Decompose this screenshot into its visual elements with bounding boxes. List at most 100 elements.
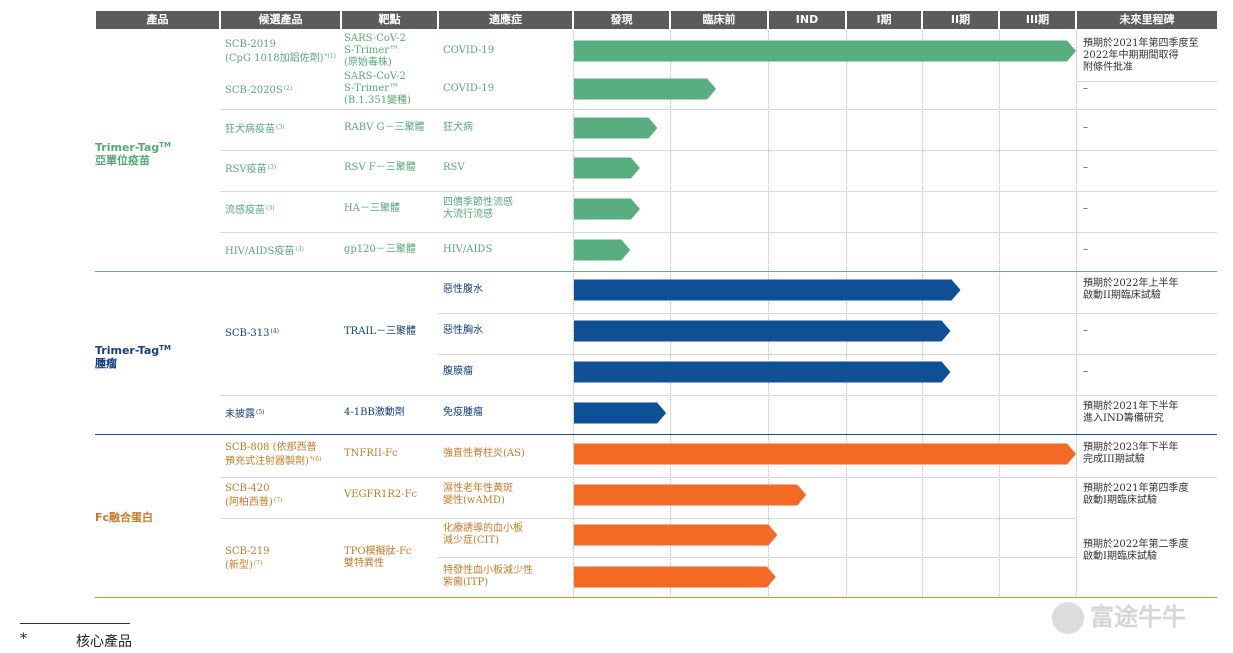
candidate-cell: RSV疫苗(3) bbox=[225, 164, 277, 175]
column-header: 未來里程碑 bbox=[1077, 11, 1217, 29]
milestone-cell: 預期於2021年第四季度 啟動I期臨床試驗 bbox=[1083, 483, 1189, 506]
indication-cell: 狂犬病 bbox=[443, 122, 473, 133]
group-label: Trimer-TagTM 亞單位疫苗 bbox=[95, 141, 171, 167]
indication-cell: COVID-19 bbox=[443, 83, 495, 94]
milestone-cell: 預期於2023年下半年 完成III期試驗 bbox=[1083, 442, 1179, 465]
indication-cell: 惡性腹水 bbox=[443, 284, 483, 295]
progress-bar bbox=[574, 157, 640, 179]
group-label: Fc融合蛋白 bbox=[95, 511, 154, 524]
row-divider bbox=[438, 557, 1076, 558]
progress-bar bbox=[574, 40, 1076, 62]
milestone-cell: 預期於2021年下半年 進入IND籌備研究 bbox=[1083, 401, 1179, 424]
indication-cell: 惡性胸水 bbox=[443, 325, 483, 336]
footnote-text: 核心產品 bbox=[76, 634, 132, 650]
stage-gridline bbox=[846, 31, 847, 598]
target-cell: VEGFR1R2-Fc bbox=[344, 489, 418, 500]
row-divider bbox=[220, 150, 1217, 151]
milestone-cell: 預期於2021年第四季度至 2022年中期期間取得 附條件批准 bbox=[1083, 38, 1199, 73]
target-cell: TRAIL－三聚體 bbox=[344, 326, 417, 337]
progress-bar bbox=[574, 320, 951, 342]
target-cell: SARS-CoV-2 S-Trimer™ (B.1.351變種) bbox=[344, 71, 411, 106]
progress-bar bbox=[574, 443, 1076, 465]
indication-cell: 化療誘導的血小板 減少症(CIT) bbox=[443, 523, 523, 546]
target-cell: gp120－三聚體 bbox=[344, 244, 416, 255]
target-cell: RABV G－三聚體 bbox=[344, 122, 425, 133]
indication-cell: 四價季節性流感 大流行流感 bbox=[443, 197, 513, 220]
milestone-cell: 預期於2022年第二季度 啟動I期臨床試驗 bbox=[1083, 539, 1189, 562]
indication-cell: 濕性老年性黃斑 變性(wAMD) bbox=[443, 483, 513, 506]
stage-gridline bbox=[768, 31, 769, 598]
target-cell: SARS-CoV-2 S-Trimer™ (原始毒株) bbox=[344, 33, 406, 68]
milestone-cell: 預期於2022年上半年 啟動II期臨床試驗 bbox=[1083, 278, 1179, 301]
progress-bar bbox=[574, 117, 658, 139]
column-header: II期 bbox=[923, 11, 998, 29]
indication-cell: 腹膜瘤 bbox=[443, 366, 473, 377]
footnote-star: * bbox=[20, 631, 27, 647]
row-divider bbox=[220, 191, 1217, 192]
target-cell: HA－三聚體 bbox=[344, 203, 400, 214]
indication-cell: 免疫腫瘤 bbox=[443, 407, 483, 418]
progress-bar bbox=[574, 402, 667, 424]
stage-gridline bbox=[922, 31, 923, 598]
target-cell: TNFRII-Fc bbox=[344, 448, 398, 459]
progress-bar bbox=[574, 524, 778, 546]
group-separator bbox=[95, 597, 1217, 598]
group-label: Trimer-TagTM 腫瘤 bbox=[95, 344, 171, 370]
milestone-cell: – bbox=[1083, 203, 1088, 214]
column-header: 發現 bbox=[574, 11, 669, 29]
milestone-cell: – bbox=[1083, 366, 1088, 377]
stage-gridline bbox=[573, 31, 574, 598]
candidate-cell: 未披露(5) bbox=[225, 409, 265, 420]
row-divider bbox=[220, 109, 1217, 110]
row-divider bbox=[438, 313, 1217, 314]
candidate-cell: HIV/AIDS疫苗(3) bbox=[225, 246, 304, 257]
progress-bars bbox=[574, 40, 1076, 588]
candidate-cell: SCB-219 (新型)(7) bbox=[225, 546, 270, 571]
candidate-cell: SCB-313(4) bbox=[225, 328, 280, 339]
indication-cell: RSV bbox=[443, 162, 465, 173]
stage-gridline bbox=[999, 31, 1000, 598]
column-header: IND bbox=[769, 11, 845, 29]
target-cell: 4-1BB激動劑 bbox=[344, 407, 405, 418]
row-divider bbox=[220, 232, 1217, 233]
footnote-divider bbox=[20, 623, 130, 624]
milestone-cell: – bbox=[1083, 244, 1088, 255]
watermark: 富途牛牛 bbox=[1052, 597, 1222, 637]
row-divider bbox=[220, 477, 1217, 478]
candidate-cell: 狂犬病疫苗(3) bbox=[225, 124, 285, 135]
milestone-cell: – bbox=[1083, 83, 1088, 94]
progress-bar bbox=[574, 361, 951, 383]
progress-bar bbox=[574, 78, 717, 100]
target-cell: RSV F－三聚體 bbox=[344, 162, 416, 173]
row-divider bbox=[1076, 81, 1217, 82]
watermark-text: 富途牛牛 bbox=[1090, 603, 1186, 631]
group-separator bbox=[95, 271, 1217, 272]
milestone-cell: – bbox=[1083, 325, 1088, 336]
indication-cell: HIV/AIDS bbox=[443, 244, 493, 255]
column-header: 臨床前 bbox=[671, 11, 767, 29]
candidate-cell: 流感疫苗(3) bbox=[225, 205, 275, 216]
milestone-cell: – bbox=[1083, 122, 1088, 133]
column-header: 產品 bbox=[96, 11, 219, 29]
indication-cell: 特發性血小板減少性 紫癜(ITP) bbox=[443, 565, 533, 588]
row-divider bbox=[220, 518, 1076, 519]
stage-gridline bbox=[670, 31, 671, 598]
column-header: I期 bbox=[847, 11, 921, 29]
column-header: 適應症 bbox=[439, 11, 572, 29]
watermark-logo-icon bbox=[1052, 602, 1084, 634]
target-cell: TPO模擬肽-Fc 雙特異性 bbox=[344, 546, 412, 569]
column-header: 候選產品 bbox=[221, 11, 340, 29]
column-header: III期 bbox=[1000, 11, 1075, 29]
indication-cell: 強直性脊柱炎(AS) bbox=[443, 448, 525, 459]
progress-bar bbox=[574, 484, 807, 506]
candidate-cell: SCB-808 (依那西普 預充式注射器製劑)*(6) bbox=[225, 442, 322, 467]
candidate-cell: SCB-2020S(2) bbox=[225, 85, 293, 96]
candidate-cell: SCB-2019 (CpG 1018加鋁佐劑)*(1) bbox=[225, 39, 336, 64]
candidate-cell: SCB-420 (阿柏西普)(7) bbox=[225, 483, 283, 508]
indication-cell: COVID-19 bbox=[443, 45, 495, 56]
progress-bar bbox=[574, 198, 640, 220]
row-divider bbox=[438, 354, 1217, 355]
row-divider bbox=[220, 395, 1217, 396]
milestone-cell: – bbox=[1083, 162, 1088, 173]
column-header: 靶點 bbox=[342, 11, 437, 29]
